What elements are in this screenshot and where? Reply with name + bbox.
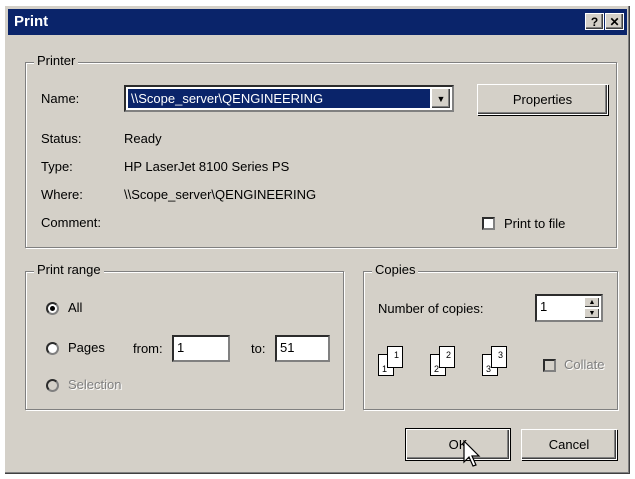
print-dialog: Print ? ✕ Printer Name: \\Scope_server\Q…: [4, 5, 631, 475]
chevron-down-icon[interactable]: ▼: [431, 88, 451, 109]
copies-spinner: ▲ ▼: [584, 297, 600, 319]
to-input[interactable]: 51: [275, 335, 330, 362]
cancel-button-label: Cancel: [548, 437, 590, 452]
comment-label: Comment:: [41, 215, 101, 230]
where-label: Where:: [41, 187, 83, 202]
print-range-group: Print range All Pages from: 1 to: 51 Sel…: [25, 262, 344, 410]
collate-label[interactable]: Collate: [564, 357, 604, 372]
type-label: Type:: [41, 159, 73, 174]
from-input[interactable]: 1: [172, 335, 230, 362]
pages-radio[interactable]: [46, 342, 59, 355]
properties-button[interactable]: Properties: [477, 84, 608, 115]
selection-label[interactable]: Selection: [68, 377, 121, 392]
copies-input[interactable]: 1 ▲ ▼: [535, 294, 603, 322]
print-range-group-label: Print range: [34, 262, 104, 277]
status-value: Ready: [124, 131, 162, 146]
status-label: Status:: [41, 131, 82, 146]
number-of-copies-label: Number of copies:: [378, 301, 484, 316]
copies-value: 1: [540, 299, 548, 314]
help-button[interactable]: ?: [585, 13, 604, 30]
printer-group: Printer Name: \\Scope_server\QENGINEERIN…: [25, 53, 617, 248]
print-to-file-checkbox[interactable]: [482, 217, 495, 230]
where-value: \\Scope_server\QENGINEERING: [124, 187, 317, 202]
arrow-down-icon[interactable]: ▼: [584, 308, 600, 319]
arrow-up-icon[interactable]: ▲: [584, 297, 600, 308]
to-label: to:: [251, 341, 266, 356]
type-value: HP LaserJet 8100 Series PS: [124, 159, 290, 174]
copies-group-label: Copies: [372, 262, 419, 277]
ok-button[interactable]: OK: [405, 428, 511, 461]
print-to-file-label[interactable]: Print to file: [504, 216, 565, 231]
all-radio[interactable]: [46, 302, 59, 315]
copies-group: Copies Number of copies: 1 ▲ ▼ 1 1 2 2 3…: [363, 262, 618, 410]
close-button[interactable]: ✕: [605, 13, 624, 30]
title-bar: Print ? ✕: [8, 9, 627, 35]
printer-group-label: Printer: [34, 53, 79, 68]
from-label: from:: [133, 341, 163, 356]
printer-name-select[interactable]: \\Scope_server\QENGINEERING ▼: [124, 85, 454, 112]
cancel-button[interactable]: Cancel: [521, 429, 617, 460]
selection-radio[interactable]: [46, 379, 59, 392]
mouse-pointer-icon: [463, 440, 481, 467]
collate-checkbox[interactable]: [543, 359, 556, 372]
collate-preview-icon: 1 1 2 2 3 3: [378, 342, 528, 387]
window-title: Print: [14, 13, 49, 30]
printer-name-value: \\Scope_server\QENGINEERING: [128, 89, 430, 108]
all-label[interactable]: All: [68, 300, 82, 315]
pages-label[interactable]: Pages: [68, 340, 105, 355]
name-label: Name:: [41, 91, 80, 106]
properties-button-label: Properties: [512, 92, 573, 107]
